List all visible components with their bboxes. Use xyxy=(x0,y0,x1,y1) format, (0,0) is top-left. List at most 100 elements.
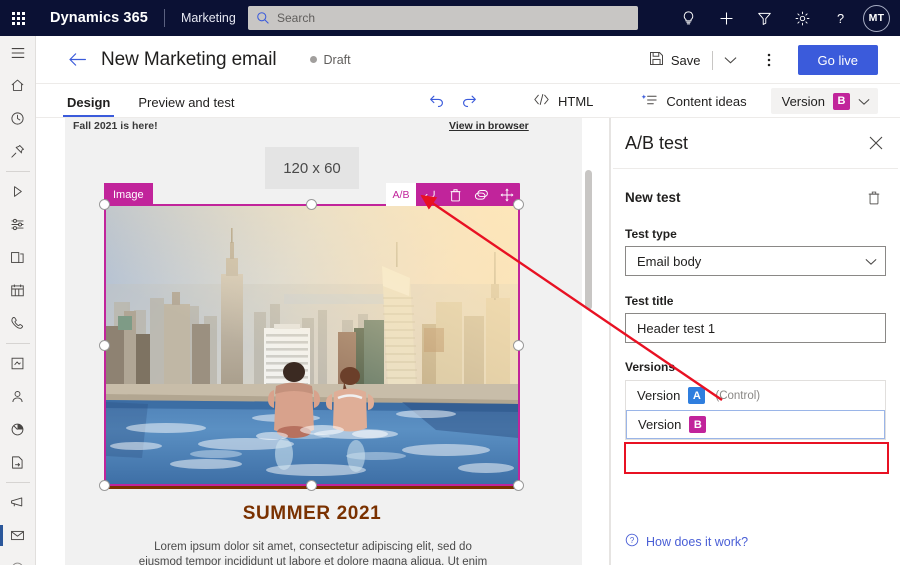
content-ideas-label: Content ideas xyxy=(666,93,747,109)
sidebar-item-pages[interactable] xyxy=(0,446,36,479)
ab-test-panel: A/B test New test Test type Email body T… xyxy=(610,118,900,565)
status-badge: Draft xyxy=(309,52,351,67)
test-type-select[interactable]: Email body xyxy=(625,246,886,276)
rail-divider-2 xyxy=(5,343,30,344)
resize-handle-bottom-center[interactable] xyxy=(306,480,317,491)
html-button[interactable]: HTML xyxy=(525,86,601,116)
html-label: HTML xyxy=(558,93,594,109)
top-navigation-bar: Dynamics 365 Marketing ? xyxy=(0,0,900,36)
chevron-down-icon xyxy=(865,254,877,269)
sidebar-item-home[interactable] xyxy=(0,69,36,102)
app-launcher-icon[interactable] xyxy=(0,0,36,36)
save-chevron-down-icon[interactable] xyxy=(718,45,744,75)
save-icon xyxy=(649,51,664,69)
resize-handle-bottom-left[interactable] xyxy=(99,480,110,491)
ab-test-button[interactable]: A/B xyxy=(386,183,416,206)
sidebar-item-social-posts[interactable] xyxy=(0,552,36,565)
tab-preview-and-test[interactable]: Preview and test xyxy=(136,95,236,117)
tab-design[interactable]: Design xyxy=(62,95,115,117)
lightbulb-icon[interactable] xyxy=(669,0,707,36)
sidebar-item-marketing-emails[interactable] xyxy=(0,519,36,552)
filter-icon[interactable] xyxy=(745,0,783,36)
command-divider xyxy=(711,50,713,70)
more-commands-icon[interactable] xyxy=(754,45,784,75)
test-type-value: Email body xyxy=(637,253,702,269)
email-kicker-text: Fall 2021 is here! xyxy=(73,120,158,132)
version-row-b[interactable]: Version B xyxy=(626,410,885,439)
image-photo xyxy=(106,206,518,484)
undo-icon[interactable] xyxy=(421,86,451,116)
trash-icon[interactable] xyxy=(442,183,468,206)
email-heading[interactable]: SUMMER 2021 xyxy=(106,503,518,525)
search-input[interactable] xyxy=(277,11,607,25)
sidebar-item-templates[interactable] xyxy=(0,241,36,274)
sidebar-item-customer-journeys[interactable] xyxy=(0,175,36,208)
designer-toolbar: Design Preview and test HTML Content ide… xyxy=(36,84,900,118)
go-live-button[interactable]: Go live xyxy=(797,45,878,75)
resize-handle-top-right[interactable] xyxy=(513,199,524,210)
logo-placeholder[interactable]: 120 x 60 xyxy=(265,147,359,189)
ab-test-panel-header: A/B test xyxy=(611,118,900,168)
test-title-field[interactable] xyxy=(625,313,886,343)
sidebar-item-pinned[interactable] xyxy=(0,135,36,168)
versions-label: Versions xyxy=(625,360,676,374)
test-title-input[interactable] xyxy=(637,320,877,336)
redo-icon[interactable] xyxy=(455,86,485,116)
command-bar: New Marketing email Draft Save Go live xyxy=(36,36,900,84)
image-block[interactable]: Image A/B xyxy=(99,183,524,491)
version-selector[interactable]: Version B xyxy=(770,88,878,114)
sidebar-item-campaigns[interactable] xyxy=(0,486,36,519)
page-title: New Marketing email xyxy=(101,48,277,70)
view-in-browser-link[interactable]: View in browser xyxy=(449,120,529,132)
rail-divider-3 xyxy=(5,482,30,483)
search-icon xyxy=(256,11,270,25)
save-label: Save xyxy=(670,52,701,68)
sidebar-item-segments[interactable] xyxy=(0,208,36,241)
avatar[interactable]: MT xyxy=(863,4,890,32)
left-navigation-rail: OM xyxy=(0,36,36,565)
brand-title: Dynamics 365 xyxy=(50,10,148,26)
versions-list: Version A (Control) Version B xyxy=(625,380,886,440)
sidebar-item-forms[interactable] xyxy=(0,347,36,380)
status-label: Draft xyxy=(323,52,351,67)
sidebar-item-phone[interactable] xyxy=(0,307,36,340)
resize-handle-bottom-right[interactable] xyxy=(513,480,524,491)
app-name-label: Marketing xyxy=(180,11,236,25)
back-arrow-icon[interactable] xyxy=(65,48,89,72)
brand-divider xyxy=(163,9,165,27)
sidebar-item-events[interactable] xyxy=(0,274,36,307)
how-does-it-work-link[interactable]: ? How does it work? xyxy=(625,533,748,550)
hamburger-menu-icon[interactable] xyxy=(0,36,36,69)
rooftop-pool-photo xyxy=(106,206,518,484)
sidebar-item-contacts[interactable] xyxy=(0,380,36,413)
test-type-label: Test type xyxy=(625,227,677,241)
content-ideas-button[interactable]: Content ideas xyxy=(633,86,754,116)
test-name-row: New test xyxy=(625,185,886,209)
help-circle-icon: ? xyxy=(625,533,639,550)
test-title-label: Test title xyxy=(625,294,674,308)
gear-icon[interactable] xyxy=(783,0,821,36)
code-icon xyxy=(533,93,550,109)
content-ideas-icon xyxy=(641,93,658,110)
close-icon[interactable] xyxy=(864,131,888,155)
resize-handle-top-left[interactable] xyxy=(99,199,110,210)
save-button[interactable]: Save xyxy=(643,44,707,76)
resize-handle-mid-left[interactable] xyxy=(99,340,110,351)
duplicate-icon[interactable] xyxy=(468,183,494,206)
resize-handle-mid-right[interactable] xyxy=(513,340,524,351)
sidebar-item-recent[interactable] xyxy=(0,102,36,135)
delete-test-trash-icon[interactable] xyxy=(862,185,886,209)
command-bar-actions: Save Go live xyxy=(643,36,900,84)
sidebar-item-analytics[interactable] xyxy=(0,413,36,446)
help-icon[interactable]: ? xyxy=(821,0,859,36)
ab-test-panel-body: New test Test type Email body Test title… xyxy=(611,169,900,474)
email-body-text[interactable]: Lorem ipsum dolor sit amet, consectetur … xyxy=(133,540,493,565)
version-row-a[interactable]: Version A (Control) xyxy=(626,381,885,410)
image-block-tag[interactable]: Image xyxy=(104,183,153,206)
canvas-scrollbar[interactable] xyxy=(585,170,592,310)
plus-icon[interactable] xyxy=(707,0,745,36)
version-b-badge: B xyxy=(689,416,707,433)
search-box[interactable] xyxy=(248,6,638,30)
undo-arrow-icon[interactable] xyxy=(416,183,442,206)
resize-handle-top-center[interactable] xyxy=(306,199,317,210)
